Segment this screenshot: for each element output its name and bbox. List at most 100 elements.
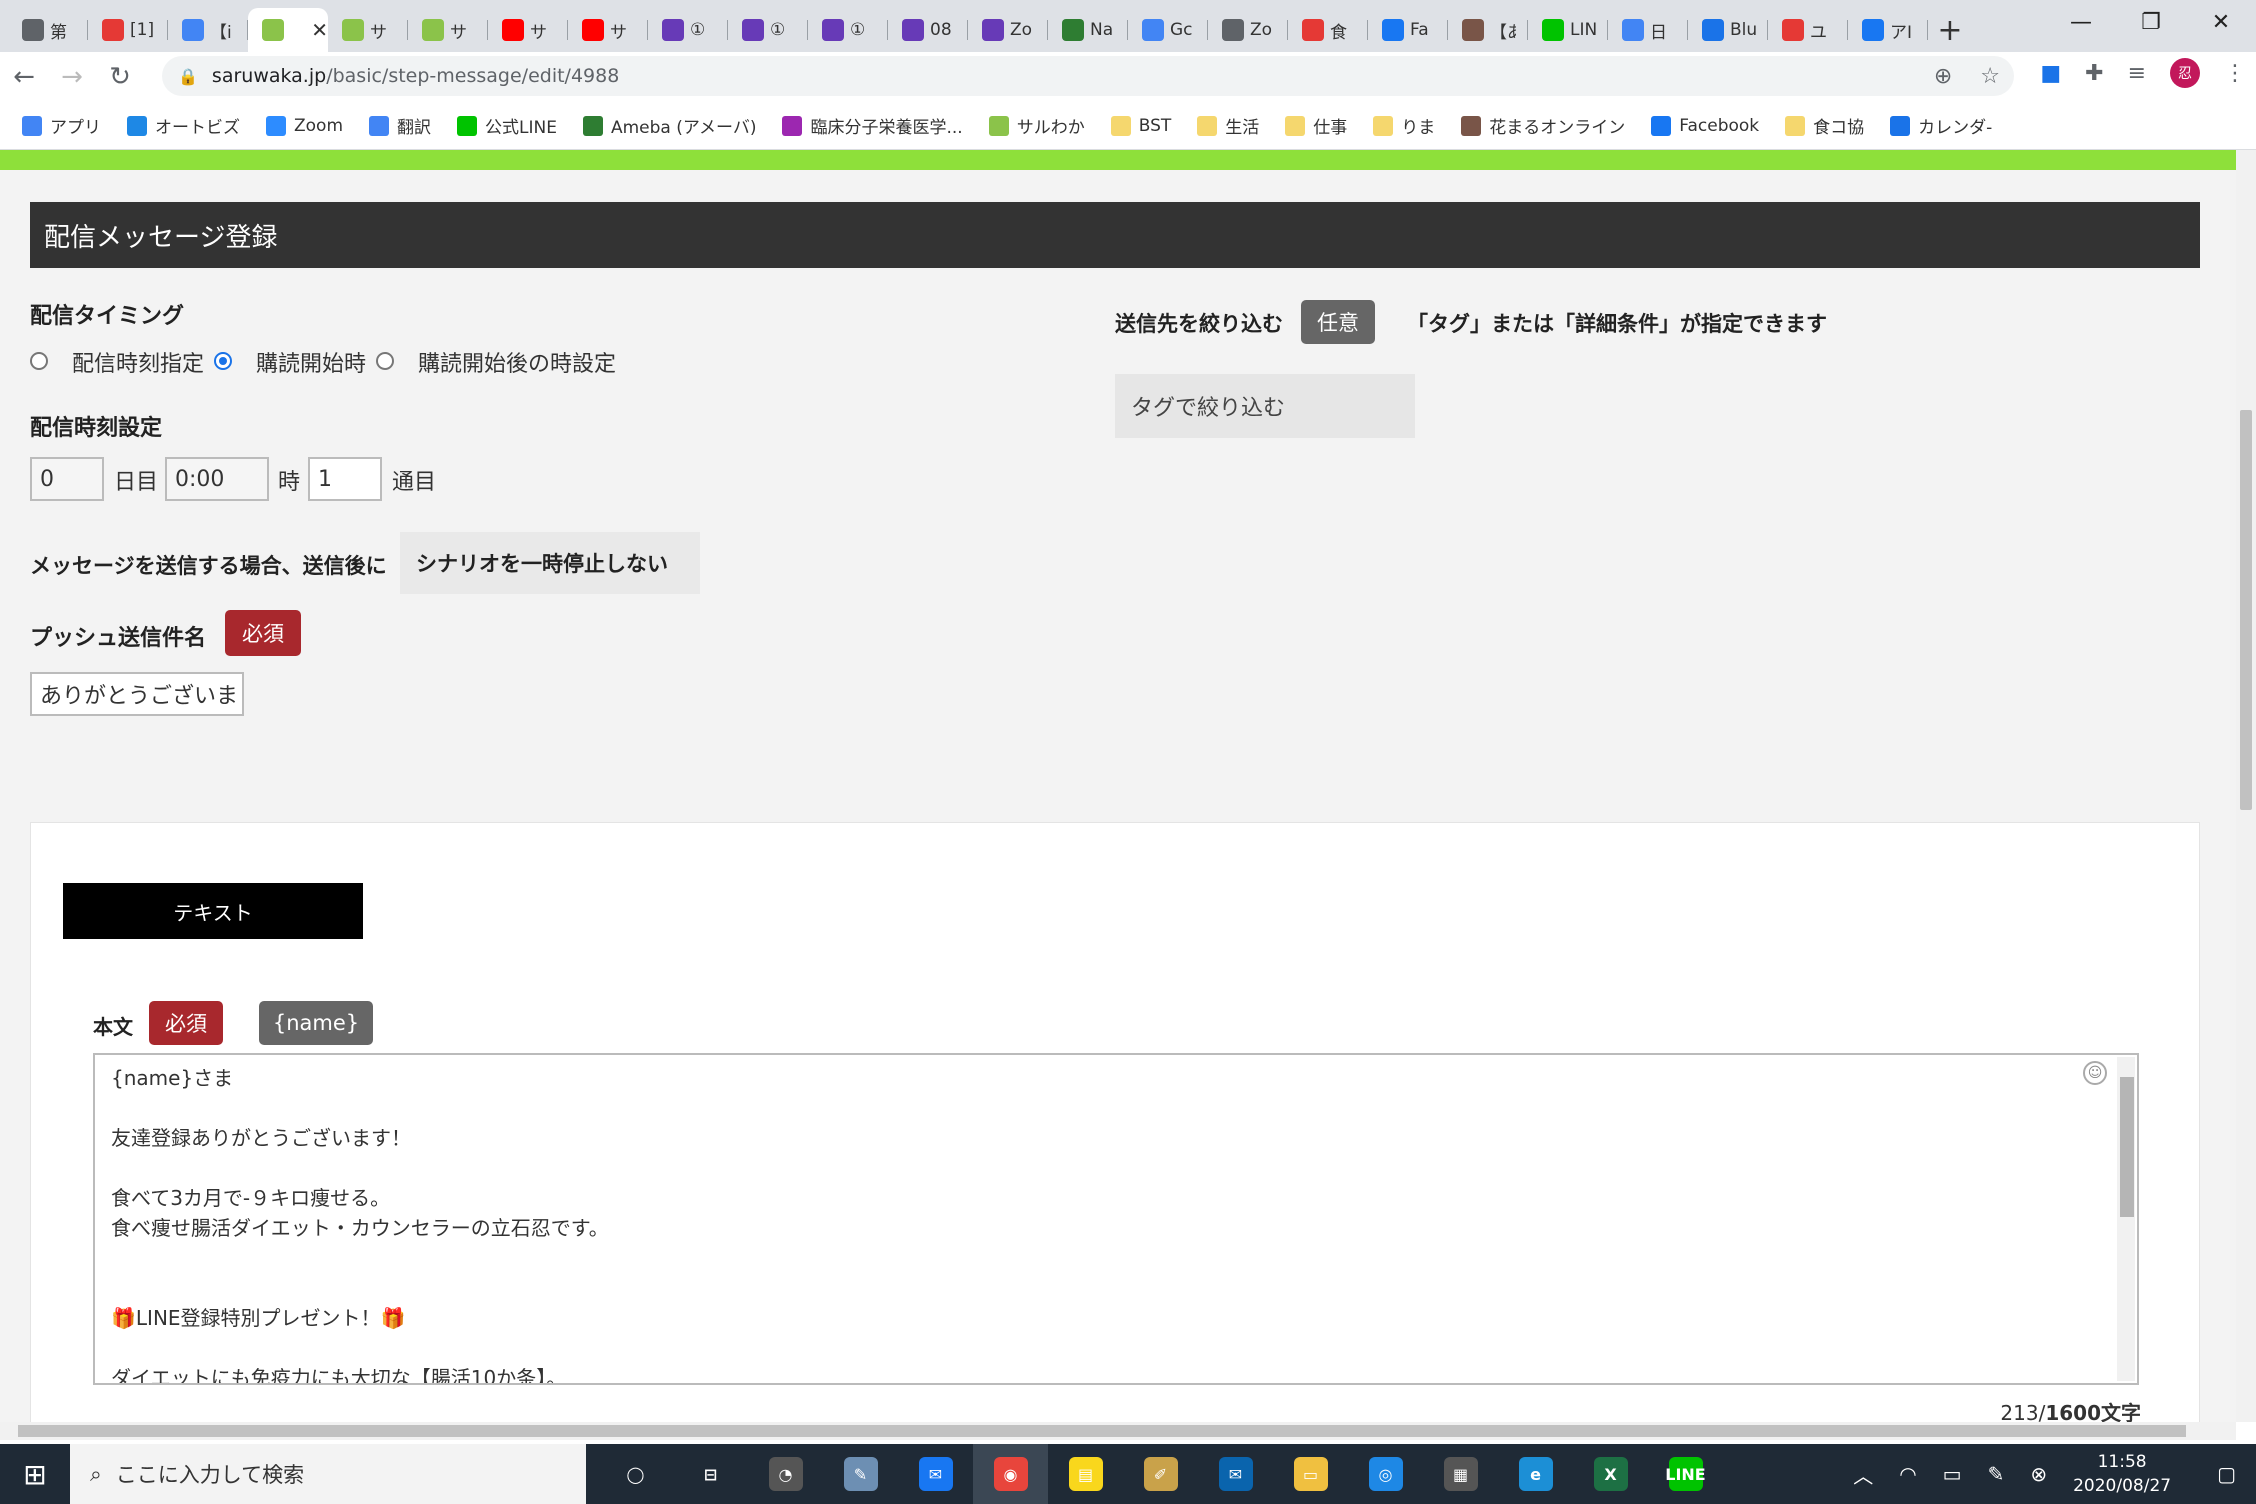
new-tab-button[interactable]: + — [1928, 8, 1972, 52]
browser-tab[interactable]: サ — [568, 8, 648, 52]
text-type-tab[interactable]: テキスト — [63, 883, 363, 939]
emoji-picker-icon[interactable]: ☺ — [2083, 1061, 2107, 1085]
bookmark-item[interactable]: 翻訳 — [369, 113, 431, 138]
tray-chevron-icon[interactable]: ︿ — [1853, 1460, 1873, 1489]
taskbar-app-mail[interactable]: ✉ — [1198, 1444, 1273, 1504]
forward-button[interactable]: → — [48, 53, 96, 101]
battery-icon[interactable]: ▭ — [1943, 1462, 1962, 1486]
browser-tab[interactable]: アI — [1848, 8, 1928, 52]
extension-bookmark-icon[interactable]: ■ — [2040, 61, 2061, 86]
message-body-textarea[interactable]: ☺ {name}さま 友達登録ありがとうございます！ 食べて3カ月で-９キロ痩せる。… — [93, 1053, 2139, 1385]
taskbar-app-paint-app[interactable]: ✎ — [823, 1444, 898, 1504]
timing-radio-0[interactable] — [30, 352, 48, 370]
browser-tab[interactable]: 第 — [8, 8, 88, 52]
browser-tab[interactable]: Fa — [1368, 8, 1448, 52]
browser-tab[interactable]: ✕ — [248, 8, 328, 52]
textarea-scroll-thumb[interactable] — [2120, 1077, 2134, 1217]
browser-tab[interactable]: ① — [808, 8, 888, 52]
taskbar-app-task-view[interactable]: ◯ — [598, 1444, 673, 1504]
day-input[interactable]: 0 — [30, 457, 104, 501]
taskbar-app-store[interactable]: ▦ — [1423, 1444, 1498, 1504]
browser-tab[interactable]: 08 — [888, 8, 968, 52]
tag-filter-button[interactable]: タグで絞り込む — [1115, 374, 1415, 438]
browser-tab[interactable]: Zo — [1208, 8, 1288, 52]
location-icon[interactable]: ⊕ — [1934, 64, 1952, 89]
puzzle-icon[interactable]: ✚ — [2085, 61, 2103, 86]
taskbar-app-messenger[interactable]: ✉ — [898, 1444, 973, 1504]
insert-name-button[interactable]: {name} — [259, 1001, 373, 1045]
reload-button[interactable]: ↻ — [96, 53, 144, 101]
page-scroll-thumb[interactable] — [2240, 410, 2252, 810]
browser-tab[interactable]: Zo — [968, 8, 1048, 52]
tab-close-icon[interactable]: ✕ — [311, 18, 328, 42]
taskbar-app-notes-app[interactable]: ✐ — [1123, 1444, 1198, 1504]
browser-tab[interactable]: 日 — [1608, 8, 1688, 52]
browser-tab[interactable]: ① — [648, 8, 728, 52]
taskbar-app-instagram[interactable]: ◎ — [1348, 1444, 1423, 1504]
browser-tab[interactable]: サ — [408, 8, 488, 52]
textarea-scrollbar[interactable] — [2117, 1057, 2135, 1381]
restore-icon[interactable]: ❐ — [2116, 0, 2186, 44]
wifi-icon[interactable]: ◠ — [1899, 1462, 1916, 1486]
browser-tab[interactable]: サ — [328, 8, 408, 52]
taskbar-app-sticky-notes[interactable]: ▤ — [1048, 1444, 1123, 1504]
browser-tab[interactable]: Gc — [1128, 8, 1208, 52]
browser-tab[interactable]: LIN — [1528, 8, 1608, 52]
bookmark-item[interactable]: カレンダ- — [1890, 113, 1992, 138]
bookmark-item[interactable]: 公式LINE — [457, 113, 557, 138]
taskbar-app-edge[interactable]: e — [1498, 1444, 1573, 1504]
browser-tab[interactable]: 【i — [168, 8, 248, 52]
profile-avatar[interactable]: 忍 — [2170, 58, 2200, 88]
browser-tab[interactable]: Blu — [1688, 8, 1768, 52]
timing-radio-2[interactable] — [376, 352, 394, 370]
taskbar-app-clock-app[interactable]: ◔ — [748, 1444, 823, 1504]
close-icon[interactable]: ✕ — [2186, 0, 2256, 44]
bookmark-item[interactable]: 臨床分子栄養医学... — [782, 113, 963, 138]
taskbar-app-file-explorer[interactable]: ▭ — [1273, 1444, 1348, 1504]
bookmark-item[interactable]: サルわか — [988, 113, 1085, 138]
bookmark-item[interactable]: 食コ協 — [1785, 113, 1864, 138]
menu-dots-icon[interactable]: ⋮ — [2224, 61, 2246, 86]
timing-radio-1[interactable] — [214, 352, 232, 370]
bookmark-item[interactable]: りま — [1373, 113, 1435, 138]
bookmark-item[interactable]: 花まるオンライン — [1461, 113, 1625, 138]
taskbar-search[interactable]: ⌕ ここに入力して検索 — [70, 1444, 586, 1504]
browser-tab[interactable]: 【あ — [1448, 8, 1528, 52]
minimize-icon[interactable]: — — [2046, 0, 2116, 44]
timing-option-2[interactable]: 購読開始後の時設定 — [418, 346, 616, 378]
browser-tab[interactable]: [1] — [88, 8, 168, 52]
page-vertical-scrollbar[interactable] — [2236, 150, 2256, 1422]
timing-option-1[interactable]: 購読開始時 — [256, 346, 366, 378]
pen-icon[interactable]: ✎ — [1988, 1462, 2005, 1486]
bookmark-item[interactable]: Facebook — [1651, 115, 1759, 136]
taskbar-app-timeline[interactable]: ⊟ — [673, 1444, 748, 1504]
taskbar-app-chrome[interactable]: ◉ — [973, 1444, 1048, 1504]
taskbar-app-line[interactable]: LINE — [1648, 1444, 1723, 1504]
timing-option-0[interactable]: 配信時刻指定 — [72, 346, 204, 378]
bookmark-item[interactable]: BST — [1110, 115, 1171, 136]
taskbar-clock[interactable]: 11:58 2020/08/27 — [2073, 1450, 2171, 1498]
bookmark-item[interactable]: Ameba (アメーバ) — [582, 113, 756, 138]
browser-tab[interactable]: サ — [488, 8, 568, 52]
browser-tab[interactable]: Na — [1048, 8, 1128, 52]
browser-tab[interactable]: 食 — [1288, 8, 1368, 52]
bookmark-item[interactable]: 仕事 — [1285, 113, 1347, 138]
page-horizontal-scrollbar[interactable] — [0, 1422, 2236, 1440]
bookmark-item[interactable]: Zoom — [266, 115, 343, 136]
time-input[interactable]: 0:00 — [165, 457, 269, 501]
message-count-input[interactable]: 1 — [308, 457, 382, 501]
start-button[interactable]: ⊞ — [0, 1444, 70, 1504]
bookmark-star-icon[interactable]: ☆ — [1980, 64, 2000, 89]
media-list-icon[interactable]: ≡ — [2128, 61, 2146, 86]
push-title-input[interactable]: ありがとうございま — [30, 672, 244, 716]
pause-scenario-select[interactable]: シナリオを一時停止しない — [400, 532, 700, 594]
page-hscroll-thumb[interactable] — [18, 1425, 2186, 1437]
browser-tab[interactable]: ユ — [1768, 8, 1848, 52]
notification-x-icon[interactable]: ⊗ — [2030, 1462, 2047, 1486]
bookmark-item[interactable]: アプリ — [22, 113, 101, 138]
back-button[interactable]: ← — [0, 53, 48, 101]
taskbar-app-excel[interactable]: X — [1573, 1444, 1648, 1504]
action-center-icon[interactable]: ▢ — [2217, 1462, 2236, 1486]
browser-tab[interactable]: ① — [728, 8, 808, 52]
bookmark-item[interactable]: オートビズ — [127, 113, 240, 138]
